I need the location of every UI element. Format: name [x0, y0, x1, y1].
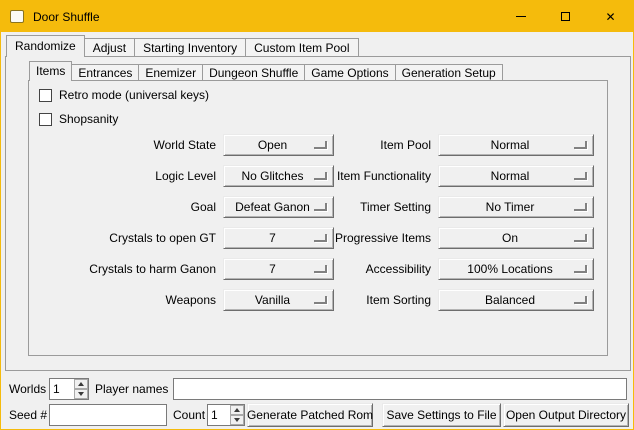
- player-names-label: Player names: [95, 382, 168, 396]
- accessibility-dropdown[interactable]: 100% Locations: [438, 258, 594, 280]
- count-spinner: [207, 404, 245, 426]
- timer-setting-dropdown[interactable]: No Timer: [438, 196, 594, 218]
- worlds-input[interactable]: [50, 379, 74, 399]
- menu-indicator-icon: [574, 172, 587, 180]
- randomize-sub-tab-bar: Items Entrances Enemizer Dungeon Shuffle…: [29, 61, 502, 81]
- worlds-spin-up[interactable]: [74, 379, 88, 389]
- worlds-spin-down[interactable]: [74, 389, 88, 399]
- window-title: Door Shuffle: [33, 10, 100, 24]
- progressive-items-label: Progressive Items: [256, 231, 431, 245]
- arrow-down-icon: [234, 418, 240, 422]
- tab-custom-item-pool[interactable]: Custom Item Pool: [245, 38, 358, 57]
- item-pool-label: Item Pool: [256, 138, 431, 152]
- count-spin-buttons: [230, 405, 244, 425]
- minimize-icon: [516, 16, 526, 17]
- retro-mode-checkbox[interactable]: Retro mode (universal keys): [39, 89, 209, 102]
- worlds-spinner: [49, 378, 89, 400]
- menu-indicator-icon: [574, 265, 587, 273]
- tab-starting-inventory[interactable]: Starting Inventory: [134, 38, 246, 57]
- generate-patched-rom-button[interactable]: Generate Patched Rom: [247, 403, 373, 427]
- shopsanity-label: Shopsanity: [59, 113, 118, 126]
- count-spin-up[interactable]: [230, 405, 244, 415]
- item-sorting-dropdown[interactable]: Balanced: [438, 289, 594, 311]
- maximize-button[interactable]: [543, 1, 588, 32]
- shopsanity-checkbox[interactable]: Shopsanity: [39, 113, 118, 126]
- close-icon: ✕: [605, 11, 615, 23]
- worlds-label: Worlds: [9, 382, 46, 396]
- timer-setting-label: Timer Setting: [256, 200, 431, 214]
- door-shuffle-window: Door Shuffle ✕ Randomize Adjust Starting…: [0, 0, 634, 430]
- minimize-button[interactable]: [498, 1, 543, 32]
- item-pool-dropdown[interactable]: Normal: [438, 134, 594, 156]
- arrow-up-icon: [78, 382, 84, 386]
- item-functionality-dropdown[interactable]: Normal: [438, 165, 594, 187]
- goal-label: Goal: [41, 200, 216, 214]
- seed-input[interactable]: [49, 404, 167, 426]
- count-label: Count: [173, 408, 205, 422]
- player-names-input[interactable]: [173, 378, 627, 400]
- arrow-down-icon: [78, 392, 84, 396]
- item-sorting-label: Item Sorting: [256, 293, 431, 307]
- tab-dungeon-shuffle[interactable]: Dungeon Shuffle: [202, 64, 305, 81]
- weapons-label: Weapons: [41, 293, 216, 307]
- tab-game-options[interactable]: Game Options: [304, 64, 395, 81]
- menu-indicator-icon: [574, 296, 587, 304]
- open-output-directory-button[interactable]: Open Output Directory: [503, 403, 629, 427]
- menu-indicator-icon: [574, 234, 587, 242]
- titlebar[interactable]: Door Shuffle ✕: [1, 1, 633, 32]
- arrow-up-icon: [234, 408, 240, 412]
- crystals-gt-label: Crystals to open GT: [41, 231, 216, 245]
- checkbox-icon: [39, 113, 52, 126]
- close-button[interactable]: ✕: [588, 1, 633, 32]
- app-icon: [10, 10, 24, 23]
- tab-enemizer[interactable]: Enemizer: [138, 64, 203, 81]
- window-controls: ✕: [498, 1, 633, 32]
- maximize-icon: [561, 12, 570, 21]
- tab-generation-setup[interactable]: Generation Setup: [395, 64, 503, 81]
- count-input[interactable]: [208, 405, 230, 425]
- menu-indicator-icon: [574, 203, 587, 211]
- seed-label: Seed #: [9, 408, 47, 422]
- item-functionality-label: Item Functionality: [256, 169, 431, 183]
- retro-mode-label: Retro mode (universal keys): [59, 89, 209, 102]
- menu-indicator-icon: [574, 141, 587, 149]
- tab-items[interactable]: Items: [29, 61, 72, 81]
- tab-adjust[interactable]: Adjust: [84, 38, 135, 57]
- world-state-label: World State: [41, 138, 216, 152]
- tab-entrances[interactable]: Entrances: [71, 64, 139, 81]
- progressive-items-dropdown[interactable]: On: [438, 227, 594, 249]
- logic-level-label: Logic Level: [41, 169, 216, 183]
- checkbox-icon: [39, 89, 52, 102]
- crystals-ganon-label: Crystals to harm Ganon: [41, 262, 216, 276]
- count-spin-down[interactable]: [230, 415, 244, 425]
- worlds-spin-buttons: [74, 379, 88, 399]
- save-settings-button[interactable]: Save Settings to File: [382, 403, 501, 427]
- tab-randomize[interactable]: Randomize: [6, 35, 85, 57]
- accessibility-label: Accessibility: [256, 262, 431, 276]
- main-tab-bar: Randomize Adjust Starting Inventory Cust…: [6, 35, 358, 57]
